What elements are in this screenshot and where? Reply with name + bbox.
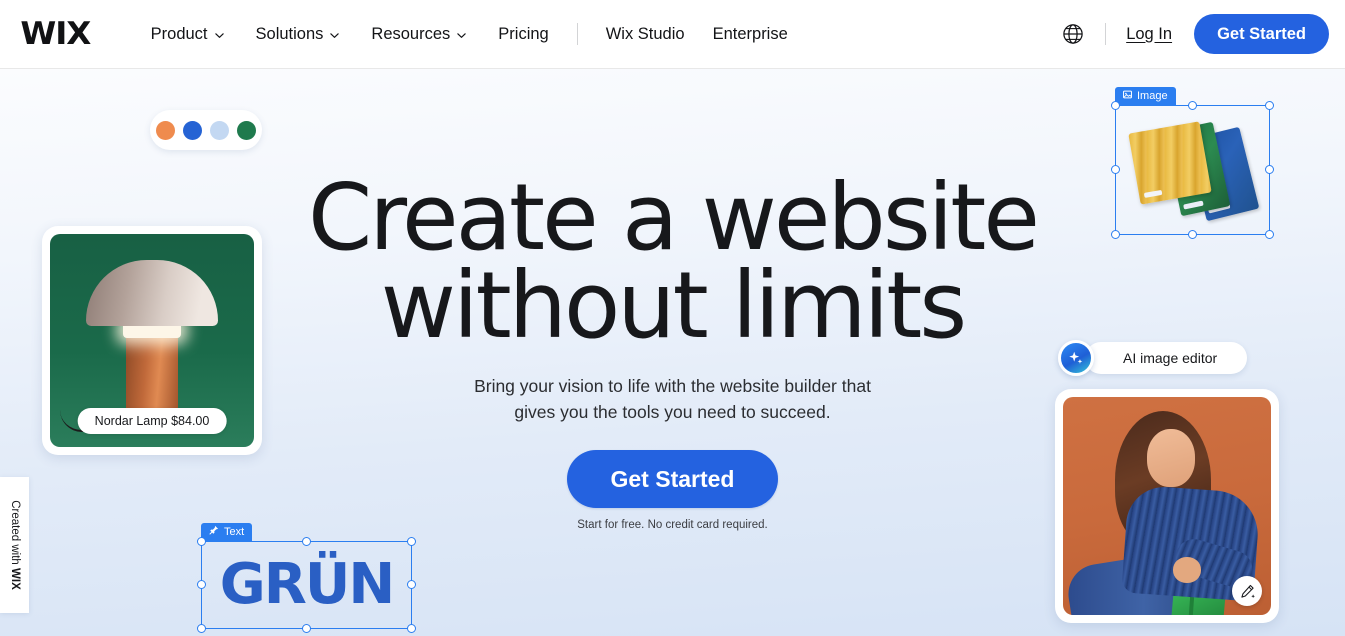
get-started-button-nav[interactable]: Get Started [1194, 14, 1329, 54]
notebook-yellow [1128, 121, 1212, 205]
headline-line-2: without limits [380, 252, 967, 360]
resize-handle-middle-left[interactable] [1111, 165, 1120, 174]
ai-image-editor-label: AI image editor [1085, 342, 1248, 374]
chevron-down-icon [214, 30, 225, 41]
nav-item-label: Product [150, 24, 208, 43]
image-selection-label-text: Image [1137, 90, 1168, 102]
text-selection-label: Text [201, 523, 253, 541]
subheadline-line-1: Bring your vision to life with the websi… [474, 376, 871, 396]
text-selection-label-text: Text [224, 526, 245, 538]
resize-handle-bottom-center[interactable] [301, 624, 311, 633]
image-icon [1123, 87, 1132, 105]
hero-section: Nordar Lamp $84.00 Created with WIX Crea… [0, 69, 1345, 636]
nav-item-solutions[interactable]: Solutions [256, 19, 341, 50]
woman-photo [1063, 397, 1271, 615]
chevron-down-icon [456, 30, 467, 41]
login-link[interactable]: Log In [1126, 25, 1172, 44]
resize-handle-middle-right[interactable] [1265, 165, 1274, 174]
get-started-button-hero[interactable]: Get Started [567, 450, 778, 508]
resize-handle-top-left[interactable] [1111, 101, 1120, 110]
resize-handle-top-center[interactable] [1187, 101, 1197, 110]
resize-handle-top-center[interactable] [301, 537, 311, 546]
grun-text-content: GRÜN [219, 552, 395, 617]
resize-handle-top-right[interactable] [407, 537, 416, 546]
nav-item-label: Wix Studio [605, 24, 685, 43]
pin-icon [209, 523, 219, 541]
text-selection-frame[interactable]: Text GRÜN [197, 523, 416, 633]
nav-item-product[interactable]: Product [151, 19, 225, 50]
nav-item-label: Pricing [498, 24, 549, 43]
nav-item-label: Resources [371, 24, 451, 43]
nav-item-enterprise[interactable]: Enterprise [713, 19, 788, 50]
subheadline-line-2: gives you the tools you need to succeed. [514, 401, 831, 422]
resize-handle-bottom-right[interactable] [1265, 230, 1274, 239]
resize-handle-top-left[interactable] [197, 537, 206, 546]
wix-homepage: WIX Product Solutions Resources Pricing … [0, 0, 1345, 636]
image-selection-label: Image [1115, 87, 1176, 105]
color-swatch-blue[interactable] [183, 120, 202, 140]
wix-logo[interactable]: WIX [20, 18, 91, 50]
pencil-sparkle-icon[interactable] [1232, 576, 1262, 606]
ai-image-editor-tool[interactable]: AI image editor [1058, 340, 1248, 376]
color-swatch-light-blue[interactable] [210, 120, 229, 140]
resize-handle-middle-right[interactable] [407, 580, 416, 589]
resize-handle-bottom-left[interactable] [1111, 230, 1120, 239]
chevron-down-icon [329, 30, 340, 41]
sparkle-icon [1058, 340, 1094, 376]
created-with-wix-label: Created with WIX [9, 500, 21, 590]
nav-actions: Log In Get Started [1061, 14, 1329, 54]
nav-item-label: Solutions [255, 24, 324, 43]
notebooks-image [1124, 114, 1261, 226]
nav-item-pricing[interactable]: Pricing [498, 19, 548, 50]
primary-nav-links: Product Solutions Resources Pricing Wix … [151, 19, 816, 50]
color-swatch-green[interactable] [237, 120, 256, 140]
resize-handle-bottom-right[interactable] [407, 624, 416, 633]
image-selection-frame[interactable]: Image [1111, 87, 1274, 239]
photo-hand [1173, 557, 1201, 583]
resize-handle-bottom-left[interactable] [197, 624, 206, 633]
resize-handle-top-right[interactable] [1265, 101, 1274, 110]
created-with-wix-prefix: Created with [8, 500, 21, 569]
top-navigation-bar: WIX Product Solutions Resources Pricing … [0, 0, 1345, 69]
created-with-wix-brand: WIX [8, 568, 21, 590]
nav-item-resources[interactable]: Resources [371, 19, 467, 50]
nav-actions-divider [1105, 23, 1107, 45]
nav-item-label: Enterprise [712, 24, 788, 43]
nav-item-wix-studio[interactable]: Wix Studio [606, 19, 685, 50]
color-swatch-orange[interactable] [156, 120, 175, 140]
color-palette-widget[interactable] [150, 110, 262, 150]
photo-face [1147, 429, 1195, 487]
resize-handle-middle-left[interactable] [197, 580, 206, 589]
globe-icon[interactable] [1061, 22, 1085, 46]
resize-handle-bottom-center[interactable] [1187, 230, 1197, 239]
nav-divider [576, 23, 578, 45]
photo-card[interactable] [1055, 389, 1279, 623]
